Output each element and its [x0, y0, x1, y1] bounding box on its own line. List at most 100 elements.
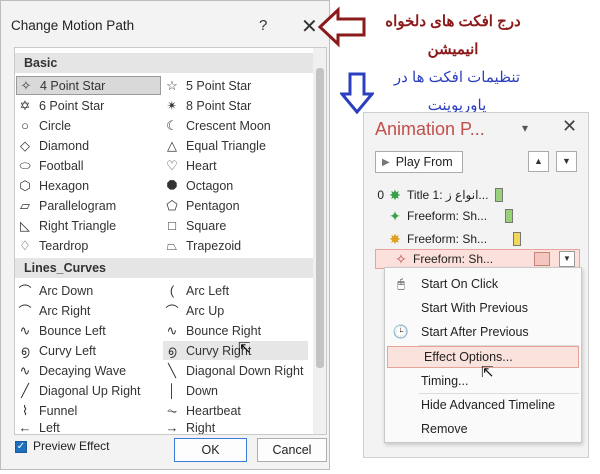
funnel-icon: ⌇ [21, 402, 29, 418]
path-item-decaying-wave[interactable]: ∿ Decaying Wave [16, 361, 161, 380]
bounce-left-icon: ∿ [19, 322, 31, 338]
path-item-square[interactable]: □ Square [163, 216, 308, 235]
animation-row-selected[interactable]: ✧ Freeform: Sh... ▼ [375, 249, 580, 269]
change-motion-path-dialog: Change Motion Path ? ✕ Basic ✧ 4 Point S… [0, 0, 330, 470]
arc-right-icon: ⌒ [18, 304, 32, 319]
list-scrollbar[interactable] [313, 48, 326, 434]
path-item-curvy-right[interactable]: ൭ Curvy Right [163, 341, 308, 360]
scroll-thumb[interactable] [316, 68, 324, 368]
path-item-arc-down[interactable]: ⌒ Arc Down [16, 281, 161, 300]
down-line-icon: │ [167, 383, 177, 398]
path-item-octagon[interactable]: ⯃ Octagon [163, 176, 308, 195]
path-item-diagonal-up-right[interactable]: ╱ Diagonal Up Right [16, 381, 161, 400]
circle-icon: ○ [21, 118, 29, 133]
menu-start-after-previous[interactable]: 🕒 Start After Previous [385, 321, 581, 343]
down-arrow-icon [340, 72, 374, 114]
path-item-trapezoid[interactable]: ⏢ Trapezoid [163, 236, 308, 255]
ok-button[interactable]: OK [174, 438, 247, 462]
menu-remove[interactable]: Remove [385, 418, 581, 440]
animation-row[interactable]: ✸ Freeform: Sh... [370, 229, 487, 249]
menu-start-on-click[interactable]: 🖰 Start On Click [385, 273, 581, 295]
heartbeat-icon: ⏦ [166, 402, 178, 418]
move-down-button[interactable]: ▼ [556, 151, 577, 172]
play-from-button[interactable]: ▶ Play From [375, 151, 463, 173]
path-item-diagonal-down-right[interactable]: ╲ Diagonal Down Right [163, 361, 308, 380]
preview-effect-checkbox[interactable]: ✓ [15, 441, 27, 453]
move-up-button[interactable]: ▲ [528, 151, 549, 172]
path-item-diamond[interactable]: ◇ Diamond [16, 136, 161, 155]
timeline-bar[interactable] [495, 188, 503, 202]
effect-star-icon: ✦ [389, 207, 401, 224]
path-item-football[interactable]: ⬭ Football [16, 156, 161, 175]
path-item-circle[interactable]: ○ Circle [16, 116, 161, 135]
path-item-hexagon[interactable]: ⬡ Hexagon [16, 176, 161, 195]
path-item-arc-up[interactable]: ⌒ Arc Up [163, 301, 308, 320]
animation-context-menu: 🖰 Start On Click Start With Previous 🕒 S… [384, 267, 582, 443]
pane-close-icon[interactable]: ✕ [562, 116, 577, 137]
path-item-crescent-moon[interactable]: ☾ Crescent Moon [163, 116, 308, 135]
annotation-insert-effects: درج افکت های دلخواه انیمیشن [385, 13, 521, 58]
path-item-pentagon[interactable]: ⬠ Pentagon [163, 196, 308, 215]
section-lines-curves: Lines_Curves [15, 258, 313, 278]
left-arrow-icon: ← [18, 420, 32, 435]
timeline-bar[interactable] [505, 209, 513, 223]
timeline-bar[interactable] [513, 232, 521, 246]
path-item-equal-triangle[interactable]: △ Equal Triangle [163, 136, 308, 155]
animation-row[interactable]: 0 ✸ Title 1: انواع ز... [370, 185, 488, 205]
effect-star-icon: ✸ [389, 186, 401, 203]
animation-row[interactable]: ✦ Freeform: Sh... [370, 206, 487, 226]
path-item-down[interactable]: │ Down [163, 381, 308, 400]
timeline-bar[interactable] [534, 252, 550, 266]
path-item-4-point-star[interactable]: ✧ 4 Point Star [16, 76, 161, 95]
path-item-right-triangle[interactable]: ◺ Right Triangle [16, 216, 161, 235]
path-item-curvy-left[interactable]: ൭ Curvy Left [16, 341, 161, 360]
arc-left-icon: ( [169, 283, 175, 298]
arc-up-icon: ⌒ [165, 304, 179, 319]
right-arrow-icon: → [165, 420, 179, 435]
right-triangle-icon: ◺ [20, 217, 30, 233]
path-item-heart[interactable]: ♡ Heart [163, 156, 308, 175]
arc-down-icon: ⌒ [18, 284, 32, 299]
path-item-parallelogram[interactable]: ▱ Parallelogram [16, 196, 161, 215]
square-icon: □ [168, 218, 176, 233]
trapezoid-icon: ⏢ [166, 237, 178, 253]
help-button[interactable]: ? [259, 17, 267, 34]
preview-effect-label: Preview Effect [33, 439, 110, 453]
mouse-icon: 🖰 [397, 276, 405, 291]
octagon-icon: ⯃ [166, 177, 178, 193]
diamond-icon: ◇ [20, 137, 30, 153]
clock-icon: 🕒 [392, 324, 410, 339]
section-basic: Basic [15, 53, 313, 73]
menu-start-with-previous[interactable]: Start With Previous [385, 297, 581, 319]
path-item-bounce-left[interactable]: ∿ Bounce Left [16, 321, 161, 340]
6-point-star-icon: ✡ [19, 97, 31, 113]
path-item-right[interactable]: → Right [163, 418, 308, 435]
cancel-button[interactable]: Cancel [257, 438, 327, 462]
path-item-8-point-star[interactable]: ✴ 8 Point Star [163, 96, 308, 115]
effect-star-icon: ✸ [389, 230, 401, 247]
curvy-left-icon: ൭ [20, 342, 30, 358]
curvy-right-icon: ൭ [167, 342, 177, 358]
crescent-moon-icon: ☾ [166, 117, 178, 133]
pane-options-chevron-icon[interactable]: ▾ [522, 121, 528, 135]
path-item-left[interactable]: ← Left [16, 418, 161, 435]
motion-path-list: Basic ✧ 4 Point Star ☆ 5 Point Star ✡ 6 … [14, 47, 327, 435]
path-item-arc-left[interactable]: ( Arc Left [163, 281, 308, 300]
football-icon: ⬭ [19, 157, 31, 173]
play-icon: ▶ [382, 156, 390, 168]
effect-star-icon: ✧ [395, 250, 407, 267]
left-arrow-icon [318, 6, 366, 48]
menu-hide-advanced-timeline[interactable]: Hide Advanced Timeline [385, 394, 581, 416]
mouse-cursor-icon: ⇱ [238, 340, 251, 357]
path-item-6-point-star[interactable]: ✡ 6 Point Star [16, 96, 161, 115]
close-icon[interactable]: ✕ [301, 14, 318, 39]
bounce-right-icon: ∿ [166, 322, 178, 338]
path-item-arc-right[interactable]: ⌒ Arc Right [16, 301, 161, 320]
hexagon-icon: ⬡ [19, 177, 31, 193]
mouse-cursor-icon: ⇱ [481, 364, 494, 381]
path-item-bounce-right[interactable]: ∿ Bounce Right [163, 321, 308, 340]
row-dropdown-button[interactable]: ▼ [559, 251, 575, 267]
path-item-5-point-star[interactable]: ☆ 5 Point Star [163, 76, 308, 95]
parallelogram-icon: ▱ [20, 197, 30, 213]
path-item-teardrop[interactable]: ♢ Teardrop [16, 236, 161, 255]
